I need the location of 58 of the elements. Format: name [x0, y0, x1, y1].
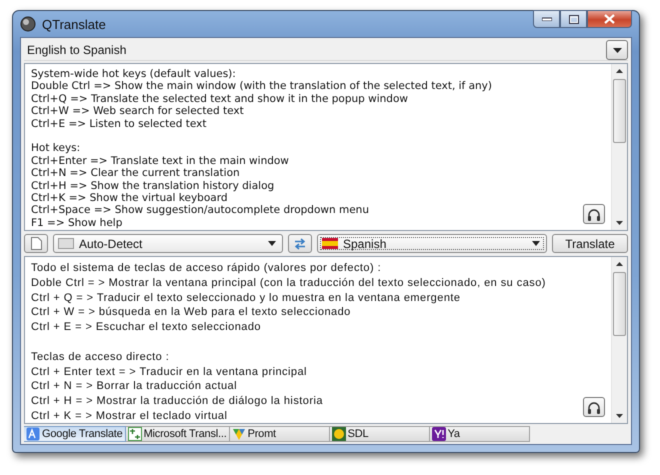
- text-line: Ctrl + Q = > Traducir el texto seleccionado y lo muestra en la ventana emergente: [31, 290, 460, 306]
- text-line: Ctrl+N => Clear the current translation: [31, 167, 240, 180]
- text-line: Ctrl+Space => Show suggestion/autocomplete dropdown menu: [31, 204, 369, 217]
- minimize-button[interactable]: [533, 10, 560, 28]
- direction-dropdown[interactable]: English to Spanish: [24, 40, 628, 61]
- listen-button[interactable]: [583, 397, 605, 417]
- service-tab[interactable]: Microsoft Transl...: [126, 426, 230, 442]
- text-line: Ctrl+H => Show the translation history dialog: [31, 180, 274, 192]
- caret-icon: [268, 241, 276, 246]
- text-line: Ctrl+K => Show the virtual keyboard: [31, 192, 228, 204]
- translate-button[interactable]: Translate: [552, 234, 628, 253]
- minimize-icon: [542, 17, 552, 21]
- service-tab[interactable]: Promt: [230, 426, 330, 442]
- text-line: Ctrl+Q => Translate the selected text and show it in the popup window: [31, 92, 408, 106]
- document-icon: [30, 237, 42, 250]
- source-language-dropdown[interactable]: Auto-Detect: [53, 234, 283, 253]
- triangle-icon: [232, 427, 246, 441]
- text-line: Doble Ctrl = > Mostrar la ventana principal (con la traducción del texto seleccionado, en su caso): [31, 276, 546, 291]
- text-line: F1 => Show help: [31, 216, 122, 230]
- text-line: Ctrl + E = > Escuchar el texto seleccionado: [31, 320, 261, 335]
- logo-icon: [432, 427, 446, 441]
- maximize-icon: [568, 14, 578, 24]
- text-line: Ctrl+E => Listen to selected text: [31, 118, 206, 130]
- swap-arrows-icon: [293, 238, 307, 250]
- text-line: Ctrl + N = > Borrar la traducción actual: [31, 379, 237, 394]
- target-language-dropdown[interactable]: Spanish: [317, 234, 547, 253]
- text-line: Ctrl+W => Web search for selected text: [31, 105, 244, 118]
- text-line: Ctrl+Enter => Translate text in the main window: [31, 154, 289, 168]
- text-line: Ctrl + H = > Mostrar la traducción de diálogo la historia: [31, 394, 323, 409]
- text-line: System-wide hot keys (default values):: [31, 68, 236, 80]
- service-tab[interactable]: SDL: [330, 426, 430, 442]
- caret-icon: [612, 48, 622, 52]
- scrollbar[interactable]: [611, 257, 627, 423]
- caret-icon: [532, 241, 540, 246]
- blank-flag-icon: [58, 238, 74, 249]
- headphones-icon: [587, 208, 601, 220]
- text-line: Todo el sistema de teclas de acceso rápido (valores por defecto) :: [31, 261, 382, 276]
- text-line: Ctrl + K = > Mostrar el teclado virtual: [31, 408, 228, 423]
- text-line: Hot keys:: [31, 142, 80, 155]
- new-document-button[interactable]: [24, 234, 48, 253]
- scrollbar[interactable]: [611, 64, 627, 230]
- window-title: QTranslate: [42, 16, 107, 32]
- translation-text-area[interactable]: [24, 256, 628, 424]
- text-line: Ctrl + W = > búsqueda en la Web para el texto seleccionado: [31, 305, 351, 320]
- close-icon: [604, 14, 615, 24]
- app-icon: [20, 16, 36, 32]
- headphones-icon: [587, 400, 601, 414]
- source-text-area[interactable]: [24, 63, 628, 231]
- text-line: Teclas de acceso directo :: [31, 350, 170, 365]
- listen-button[interactable]: [583, 204, 605, 224]
- service-tab[interactable]: Ya: [430, 426, 530, 442]
- flag-icon: [322, 238, 338, 249]
- maximize-button[interactable]: [560, 10, 587, 28]
- text-line: Ctrl + Enter text = > Traducir en la ventana principal: [31, 364, 307, 380]
- service-tab[interactable]: Google Translate: [24, 426, 126, 442]
- swap-languages-button[interactable]: [288, 234, 312, 253]
- text-line: Double Ctrl => Show the main window (with the translation of the selected text, if any): [31, 80, 492, 93]
- close-button[interactable]: [587, 10, 632, 28]
